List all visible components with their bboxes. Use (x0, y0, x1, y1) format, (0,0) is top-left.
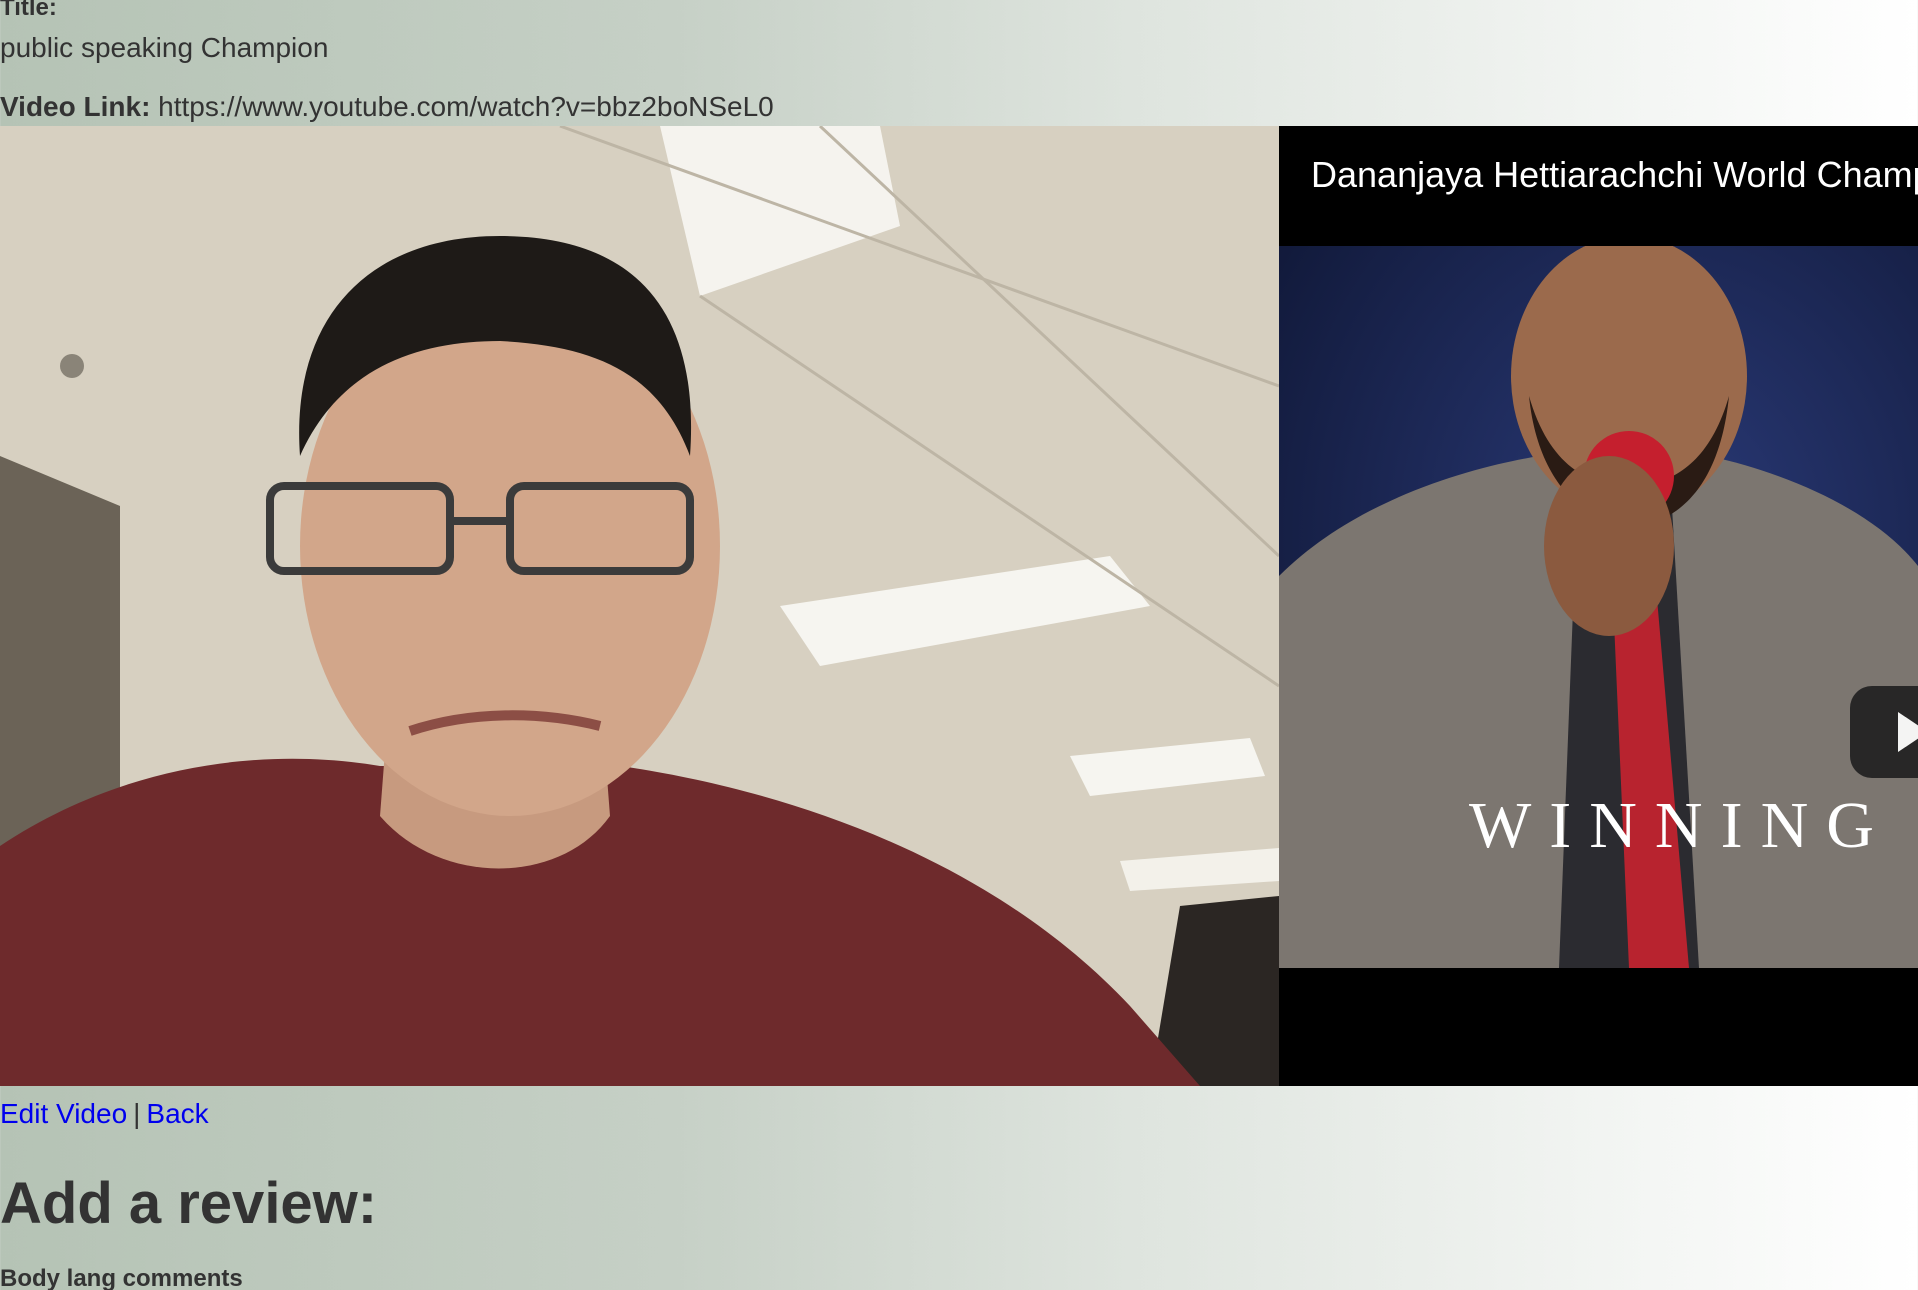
video-link-label: Video Link: (0, 91, 151, 122)
play-icon[interactable] (1850, 686, 1918, 778)
youtube-video-title[interactable]: Dananjaya Hettiarachchi World Champ (1311, 154, 1918, 196)
youtube-embed[interactable]: Dananjaya Hettiarachchi World Champ WINN… (1279, 126, 1918, 1086)
action-links: Edit Video | Back (0, 1098, 209, 1130)
webcam-feed-image (0, 126, 1279, 1086)
thumbnail-overlay-text: WINNING (1469, 789, 1892, 862)
add-review-heading: Add a review: (0, 1171, 378, 1236)
back-link[interactable]: Back (146, 1098, 208, 1129)
video-link-value: https://www.youtube.com/watch?v=bbz2boNS… (158, 91, 774, 122)
link-separator: | (133, 1098, 141, 1129)
webcam-video[interactable] (0, 126, 1279, 1086)
edit-video-link[interactable]: Edit Video (0, 1098, 127, 1129)
body-lang-comments-label: Body lang comments (0, 1265, 243, 1290)
play-triangle-icon (1898, 712, 1918, 752)
title-label: Title: (0, 0, 57, 21)
title-value: public speaking Champion (0, 32, 329, 63)
video-link-row: Video Link: https://www.youtube.com/watc… (0, 91, 774, 123)
